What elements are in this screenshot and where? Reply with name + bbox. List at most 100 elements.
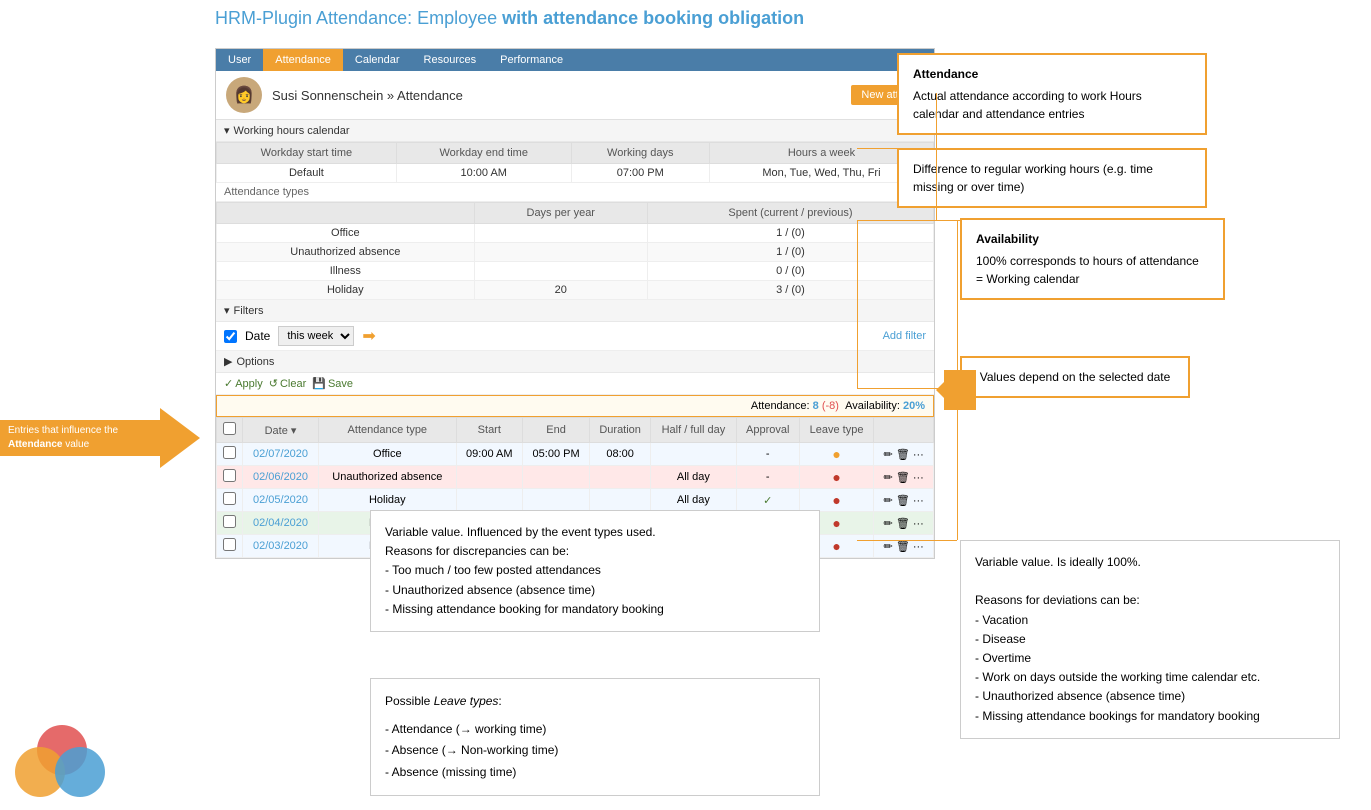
row-date-3[interactable]: 02/05/2020 (243, 489, 319, 512)
attendance-summary: Attendance: 8 (-8) Availability: 20% (216, 395, 934, 417)
tab-performance[interactable]: Performance (488, 49, 575, 71)
tab-calendar[interactable]: Calendar (343, 49, 412, 71)
attendance-ann-title: Attendance (913, 65, 1191, 83)
row-leave-3: ● (799, 489, 874, 512)
att-days-1 (474, 224, 647, 243)
row-actions-5[interactable]: ✏ 🗑 ··· (874, 535, 934, 558)
connector-line-4 (857, 220, 960, 221)
row-checkbox-2[interactable] (223, 469, 236, 482)
difference-ann-body: Difference to regular working hours (e.g… (913, 160, 1191, 196)
row-checkbox-5[interactable] (223, 538, 236, 551)
title-bold: with attendance booking obligation (502, 8, 804, 28)
row-duration-3 (590, 489, 651, 512)
availability-sum-label: Availability: (845, 400, 900, 412)
attendance-types-table: Days per year Spent (current / previous)… (216, 202, 934, 300)
col-half-full: Half / full day (651, 418, 737, 443)
row-type-2: Unauthorized absence (319, 466, 457, 489)
add-filter-button[interactable]: Add filter (883, 330, 926, 342)
row-actions-4[interactable]: ✏ 🗑 ··· (874, 512, 934, 535)
row-date-4[interactable]: 02/04/2020 (243, 512, 319, 535)
clear-label: Clear (280, 378, 306, 390)
table-row: 02/06/2020 Unauthorized absence All day … (217, 466, 934, 489)
leave-types-box: Possible Leave types: - Attendance (→ wo… (370, 678, 820, 796)
row-checkbox-1[interactable] (223, 446, 236, 459)
connector-line-9 (857, 540, 957, 541)
col-duration: Duration (590, 418, 651, 443)
apply-button[interactable]: ✓ Apply (224, 377, 263, 390)
row-leave-2: ● (799, 466, 874, 489)
row-duration-1: 08:00 (590, 443, 651, 466)
user-header: 👩 Susi Sonnenschein » Attendance New att… (216, 71, 934, 120)
values-annotation: Values depend on the selected date (960, 356, 1190, 398)
att-days-3 (474, 262, 647, 281)
options-label: Options (236, 356, 274, 368)
save-label: Save (328, 378, 353, 390)
row-start: 10:00 AM (396, 164, 571, 183)
col-approval: Approval (736, 418, 799, 443)
att-days-2 (474, 243, 647, 262)
col-date[interactable]: Date ▾ (243, 418, 319, 443)
row-leave-1: ● (799, 443, 874, 466)
main-title: HRM-Plugin Attendance: Employee with att… (215, 8, 804, 29)
tab-user[interactable]: User (216, 49, 263, 71)
filters-label: Filters (234, 305, 264, 317)
row-start-1: 09:00 AM (456, 443, 522, 466)
var-att-body: Variable value. Influenced by the event … (385, 523, 805, 619)
variable-availability-box: Variable value. Is ideally 100%. Reasons… (960, 540, 1340, 739)
row-actions-1[interactable]: ✏ 🗑 ··· (874, 443, 934, 466)
working-hours-section[interactable]: ▾ Working hours calendar (216, 120, 934, 142)
row-checkbox-3[interactable] (223, 492, 236, 505)
row-date-1[interactable]: 02/07/2020 (243, 443, 319, 466)
save-button[interactable]: 💾 Save (312, 377, 353, 390)
attendance-types-header: Attendance types (216, 183, 934, 202)
att-spent-2: 1 / (0) (647, 243, 933, 262)
connector-line-3 (936, 148, 937, 220)
availability-sum-value: 20% (903, 400, 925, 412)
tab-resources[interactable]: Resources (412, 49, 489, 71)
col-days: Working days (571, 143, 709, 164)
att-spent-4: 3 / (0) (647, 281, 933, 300)
col-check (217, 418, 243, 443)
date-filter-select[interactable]: this week (278, 326, 354, 346)
col-end: End (523, 418, 590, 443)
date-checkbox[interactable] (224, 330, 237, 343)
tab-attendance[interactable]: Attendance (263, 49, 343, 71)
clear-button[interactable]: ↺ Clear (269, 377, 307, 390)
attendance-sum-label: Attendance: (751, 400, 810, 412)
apply-label: Apply (235, 378, 263, 390)
variable-attendance-box: Variable value. Influenced by the event … (370, 510, 820, 632)
select-all-checkbox[interactable] (223, 422, 236, 435)
connector-line-1 (936, 93, 937, 148)
attendance-ann-body: Actual attendance according to work Hour… (913, 87, 1191, 123)
row-date-5[interactable]: 02/03/2020 (243, 535, 319, 558)
entries-arrow-line2: Attendance (8, 439, 62, 450)
leave-types-body: - Attendance (→ working time) - Absence … (385, 719, 805, 784)
att-type-4: Holiday (217, 281, 475, 300)
col-leave-type: Leave type (799, 418, 874, 443)
table-row: 02/05/2020 Holiday All day ✓ ● ✏ 🗑 ··· (217, 489, 934, 512)
availability-annotation: Availability 100% corresponds to hours o… (960, 218, 1225, 300)
connector-line-2 (857, 148, 937, 149)
row-date-2[interactable]: 02/06/2020 (243, 466, 319, 489)
connector-line-8 (957, 220, 958, 540)
clear-icon: ↺ (269, 377, 278, 390)
avatar: 👩 (226, 77, 262, 113)
options-expand-icon: ▶ (224, 355, 232, 368)
row-start-2 (456, 466, 522, 489)
att-days-4: 20 (474, 281, 647, 300)
row-checkbox-4[interactable] (223, 515, 236, 528)
entries-arrow-text: Entries that influence the Attendance va… (0, 408, 160, 468)
attendance-annotation: Attendance Actual attendance according t… (897, 53, 1207, 135)
col-end: Workday end time (396, 143, 571, 164)
filters-section[interactable]: ▾ Filters (216, 300, 934, 322)
availability-ann-title: Availability (976, 230, 1209, 248)
row-actions-3[interactable]: ✏ 🗑 ··· (874, 489, 934, 512)
col-att-type: Attendance type (319, 418, 457, 443)
row-end: 07:00 PM (571, 164, 709, 183)
entries-arrow-line1: Entries that influence the (8, 425, 118, 436)
logo-circle-right (55, 747, 105, 797)
row-actions-2[interactable]: ✏ 🗑 ··· (874, 466, 934, 489)
options-section[interactable]: ▶ Options (216, 351, 934, 373)
col-days-per-year: Days per year (474, 203, 647, 224)
filter-expand-icon: ▾ (224, 304, 230, 317)
